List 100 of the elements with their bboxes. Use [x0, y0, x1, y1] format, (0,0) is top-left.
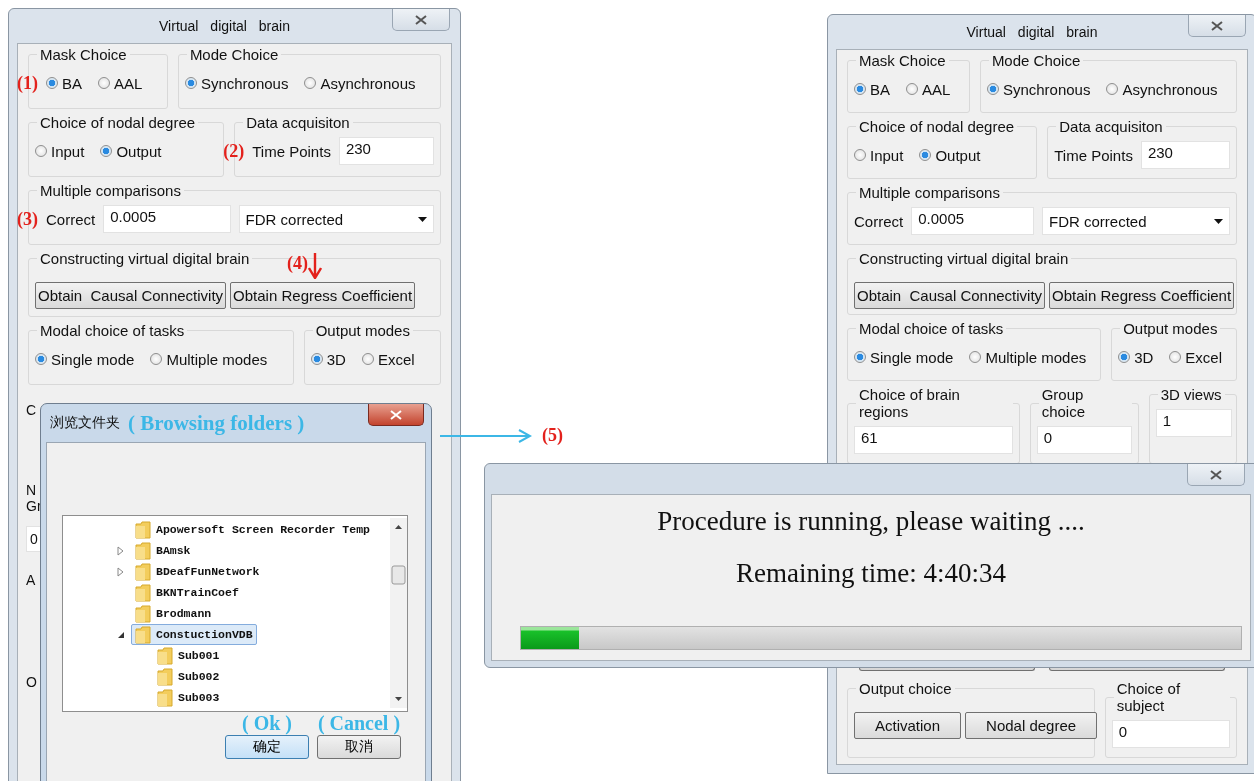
action-button[interactable]: Activation	[854, 712, 962, 739]
tree-item[interactable]: Apowersoft Screen Recorder Temp	[131, 519, 374, 540]
group-title: 3D views	[1159, 386, 1223, 403]
window-title: Virtual digital brain	[159, 18, 290, 34]
radio-option[interactable]: Excel	[1169, 348, 1223, 366]
text-field[interactable]: 0	[1036, 426, 1132, 454]
radio-option[interactable]: 3D	[310, 350, 346, 368]
expanded-triangle-icon[interactable]	[117, 630, 125, 639]
radio-option[interactable]: Asynchronous	[304, 74, 416, 92]
radio-option[interactable]: Synchronous	[184, 74, 289, 92]
radio-button[interactable]	[184, 77, 197, 89]
radio-option[interactable]: Multiple modes	[969, 348, 1087, 366]
tree-item[interactable]: BAmsk	[131, 540, 195, 561]
text-field[interactable]: 0	[1111, 720, 1230, 748]
annotation-number: (3)	[17, 208, 38, 230]
action-button[interactable]: Obtain Causal Connectivity	[854, 282, 1046, 309]
radio-option[interactable]: AAL	[906, 80, 951, 98]
status-message: Procedure is running, please waiting ....	[657, 505, 1085, 538]
radio-option[interactable]: Output	[100, 142, 162, 160]
radio-button[interactable]	[969, 351, 982, 363]
radio-option[interactable]: Input	[854, 146, 904, 164]
close-icon	[415, 14, 427, 25]
group-title: Data acquisiton	[245, 114, 351, 131]
field-label: Correct	[854, 212, 904, 230]
radio-option[interactable]: Synchronous	[986, 80, 1091, 98]
dropdown[interactable]: FDR corrected	[1041, 207, 1230, 235]
radio-option[interactable]: BA	[46, 74, 82, 92]
group-title: C	[26, 402, 37, 418]
group-title: N	[26, 482, 37, 498]
radio-option[interactable]: Multiple modes	[150, 350, 268, 368]
radio-option[interactable]: Single mode	[854, 348, 954, 366]
dialog-button[interactable]: 取消	[317, 735, 401, 759]
close-button[interactable]	[1187, 464, 1245, 486]
text-field[interactable]: 0.0005	[103, 205, 231, 233]
radio-button[interactable]	[304, 77, 317, 89]
folder-icon	[157, 688, 173, 707]
tree-item[interactable]: BKNTrainCoef	[131, 582, 243, 603]
group-title: Constructing virtual digital brain	[858, 250, 1070, 267]
tree-item[interactable]: Brodmann	[131, 603, 216, 624]
collapsed-triangle-icon[interactable]	[117, 566, 124, 577]
group-title: Multiple comparisons	[858, 184, 1001, 201]
group-title: Mode Choice	[188, 46, 280, 63]
close-button[interactable]	[1188, 15, 1246, 37]
radio-button[interactable]	[150, 353, 163, 365]
radio-button[interactable]	[854, 351, 866, 363]
close-button[interactable]	[368, 404, 424, 426]
radio-button[interactable]	[1106, 83, 1119, 95]
radio-button[interactable]	[919, 149, 932, 161]
folder-icon	[157, 667, 173, 686]
text-field[interactable]: 61	[854, 426, 1013, 454]
tree-item[interactable]: Sub003	[153, 687, 224, 708]
text-field[interactable]: 230	[1140, 141, 1230, 169]
scrollbar[interactable]	[390, 518, 407, 708]
annotation-number: (2)	[223, 140, 245, 162]
action-button[interactable]: Obtain Causal Connectivity	[35, 282, 227, 309]
radio-button[interactable]	[854, 149, 866, 161]
tree-item[interactable]: ConstuctionVDB	[131, 624, 257, 645]
radio-option[interactable]: Output	[919, 146, 981, 164]
dropdown[interactable]: FDR corrected	[238, 205, 434, 233]
radio-option[interactable]: 3D	[1118, 348, 1154, 366]
radio-button[interactable]	[1169, 351, 1182, 363]
radio-button[interactable]	[1118, 351, 1131, 363]
tree-item[interactable]: Sub001	[153, 645, 224, 666]
radio-option[interactable]: Excel	[361, 350, 415, 368]
action-button[interactable]: Obtain Regress Coefficient	[1049, 282, 1235, 309]
radio-button[interactable]	[361, 353, 374, 365]
folder-icon	[135, 541, 151, 560]
text-field[interactable]: 230	[338, 137, 434, 165]
radio-option[interactable]: Asynchronous	[1106, 80, 1218, 98]
text-field[interactable]: 1	[1155, 409, 1232, 437]
radio-button[interactable]	[854, 83, 866, 95]
group-title: Output choice	[858, 680, 953, 697]
action-button[interactable]: Nodal degree	[965, 712, 1098, 739]
radio-option[interactable]: Single mode	[35, 350, 135, 368]
group-title: Choice of nodal degree	[858, 118, 1016, 135]
collapsed-triangle-icon[interactable]	[117, 545, 124, 556]
window-title: Virtual digital brain	[966, 24, 1098, 40]
radio-button[interactable]	[35, 353, 47, 365]
radio-option[interactable]: AAL	[98, 74, 143, 92]
tree-item[interactable]: Sub002	[153, 666, 224, 687]
close-icon	[1210, 469, 1222, 480]
radio-button[interactable]	[986, 83, 999, 95]
dialog-button[interactable]: 确定	[225, 735, 309, 759]
annotation-number: (1)	[17, 72, 38, 94]
radio-button[interactable]	[98, 77, 110, 89]
field-label: Correct	[46, 210, 96, 228]
action-button[interactable]: Obtain Regress Coefficient	[230, 282, 416, 309]
close-icon	[1211, 20, 1223, 31]
radio-button[interactable]	[310, 353, 323, 365]
radio-option[interactable]: Input	[35, 142, 85, 160]
radio-button[interactable]	[46, 77, 58, 89]
tree-item[interactable]: BDeafFunNetwork	[131, 561, 264, 582]
folder-icon	[135, 520, 151, 539]
group-title: Output modes	[1122, 320, 1219, 337]
radio-button[interactable]	[100, 145, 113, 157]
radio-button[interactable]	[906, 83, 918, 95]
close-button[interactable]	[392, 9, 450, 31]
text-field[interactable]: 0.0005	[911, 207, 1034, 235]
radio-button[interactable]	[35, 145, 47, 157]
radio-option[interactable]: BA	[854, 80, 890, 98]
